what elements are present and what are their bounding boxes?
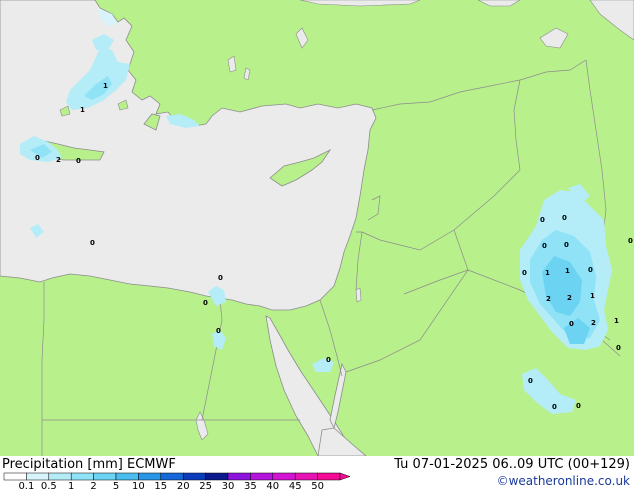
colorbar-tick-label: 45 — [289, 481, 302, 490]
colorbar-swatch — [93, 472, 117, 481]
precip-value: 2 — [567, 294, 572, 302]
colorbar-swatch — [115, 472, 139, 481]
colorbar-swatches — [3, 472, 351, 481]
colorbar-swatch — [317, 472, 341, 481]
precip-value: 0 — [552, 403, 557, 411]
colorbar-swatch — [250, 472, 274, 481]
map-title: Precipitation [mm] ECMWF — [2, 457, 176, 472]
precip-value: 1 — [614, 317, 619, 325]
precip-value: 0 — [326, 356, 331, 364]
precip-value: 2 — [56, 156, 61, 164]
colorbar: 0.1 0.5 1 2 5 10 15 20 25 30 35 40 45 50 — [3, 472, 351, 490]
precip-value: 0 — [628, 237, 633, 245]
precip-value: 1 — [545, 269, 550, 277]
precip-value: 0 — [528, 377, 533, 385]
precip-value: 0 — [90, 239, 95, 247]
map-canvas: 1 1 0 2 0 0 0 0 0 0 0 0 0 0 0 1 1 0 2 2 … — [0, 0, 634, 456]
colorbar-tick-label: 40 — [266, 481, 279, 490]
colorbar-tick-label: 35 — [244, 481, 257, 490]
precip-value: 2 — [546, 295, 551, 303]
precipitation-map: 1 1 0 2 0 0 0 0 0 0 0 0 0 0 0 1 1 0 2 2 … — [0, 0, 634, 456]
colorbar-tick-label: 5 — [113, 481, 119, 490]
colorbar-swatch — [48, 472, 72, 481]
colorbar-swatch — [70, 472, 94, 481]
precip-value: 1 — [590, 292, 595, 300]
map-footer: Precipitation [mm] ECMWF Tu 07-01-2025 0… — [0, 456, 634, 490]
colorbar-tick-label: 30 — [222, 481, 235, 490]
colorbar-tick-label: 15 — [154, 481, 167, 490]
precip-value: 0 — [588, 266, 593, 274]
credit-text[interactable]: ©weatheronline.co.uk — [497, 474, 630, 488]
precip-value: 0 — [564, 241, 569, 249]
precip-value: 0 — [35, 154, 40, 162]
precip-value: 0 — [562, 214, 567, 222]
valid-time: Tu 07-01-2025 06..09 UTC (00+129) — [394, 457, 630, 472]
precip-value: 1 — [565, 267, 570, 275]
colorbar-swatch — [205, 472, 229, 481]
colorbar-labels: 0.1 0.5 1 2 5 10 15 20 25 30 35 40 45 50 — [18, 481, 324, 490]
precip-value: 1 — [103, 82, 108, 90]
precip-value: 0 — [76, 157, 81, 165]
precip-value: 0 — [540, 216, 545, 224]
colorbar-arrow — [339, 472, 351, 481]
dead-sea — [355, 287, 362, 303]
colorbar-swatch — [182, 472, 206, 481]
colorbar-tick-label: 0.5 — [41, 481, 57, 490]
colorbar-swatch — [294, 472, 318, 481]
colorbar-tick-label: 2 — [90, 481, 96, 490]
colorbar-swatch — [160, 472, 184, 481]
colorbar-swatch — [272, 472, 296, 481]
colorbar-tick-label: 20 — [177, 481, 190, 490]
colorbar-tick-label: 0.1 — [18, 481, 34, 490]
precip-value: 0 — [522, 269, 527, 277]
colorbar-tick-label: 25 — [199, 481, 212, 490]
colorbar-tick-label: 50 — [311, 481, 324, 490]
colorbar-swatch — [3, 472, 27, 481]
colorbar-swatch — [227, 472, 251, 481]
precip-value: 0 — [569, 320, 574, 328]
colorbar-swatch — [138, 472, 162, 481]
precip-value: 0 — [203, 299, 208, 307]
precip-value: 0 — [542, 242, 547, 250]
precip-value: 0 — [218, 274, 223, 282]
colorbar-tick-label: 10 — [132, 481, 145, 490]
precip-value: 1 — [80, 106, 85, 114]
precip-value: 2 — [591, 319, 596, 327]
precip-value: 0 — [616, 344, 621, 352]
colorbar-tick-label: 1 — [68, 481, 74, 490]
precip-value: 0 — [216, 327, 221, 335]
precip-value: 0 — [576, 402, 581, 410]
colorbar-swatch — [26, 472, 50, 481]
